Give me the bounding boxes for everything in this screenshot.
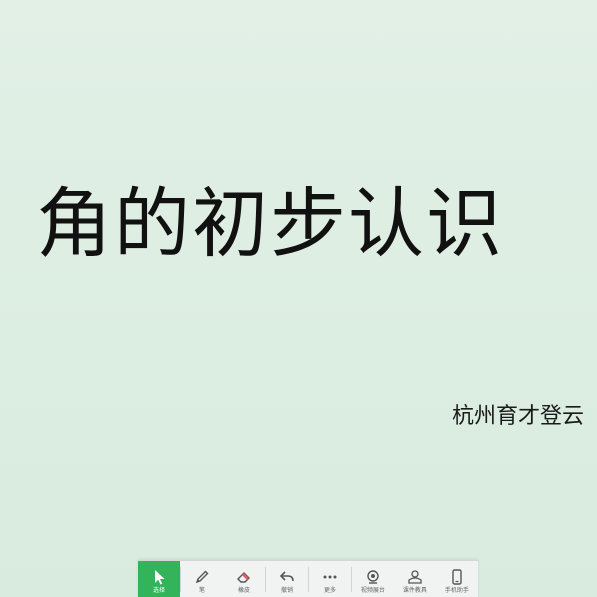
courseware-tools-button[interactable]: 课件教具 — [394, 561, 436, 597]
cursor-icon — [155, 570, 165, 585]
eraser-tool-label: 橡皮 — [237, 587, 250, 594]
camera-icon — [367, 570, 379, 584]
more-label: 更多 — [323, 587, 336, 594]
pen-tool-button[interactable]: 笔 — [181, 561, 223, 597]
pen-tool-label: 笔 — [198, 587, 205, 594]
eraser-tool-button[interactable]: 橡皮 — [223, 561, 265, 597]
undo-button[interactable]: 撤销 — [266, 561, 308, 597]
select-tool-button[interactable]: 选择 — [138, 561, 180, 597]
video-booth-label: 视频展台 — [360, 587, 385, 594]
eraser-icon — [236, 572, 250, 583]
more-button[interactable]: 更多 — [309, 561, 351, 597]
undo-icon — [279, 571, 294, 582]
phone-icon — [452, 569, 462, 585]
phone-assistant-button[interactable]: 手机助手 — [436, 561, 478, 597]
select-tool-label: 选择 — [152, 587, 165, 594]
video-booth-button[interactable]: 视频展台 — [352, 561, 394, 597]
presentation-slide: 角的初步认识 杭州育才登云 选择 笔 橡皮 撤销 更多 视频展台 课件教具 手机… — [0, 0, 597, 597]
phone-assistant-label: 手机助手 — [444, 587, 469, 594]
pen-icon — [195, 570, 209, 584]
toolbox-icon — [408, 570, 422, 584]
courseware-tools-label: 课件教具 — [402, 587, 427, 594]
annotation-toolbar: 选择 笔 橡皮 撤销 更多 视频展台 课件教具 手机助手 — [138, 560, 478, 597]
slide-title: 角的初步认识 — [36, 179, 504, 268]
slide-subtitle: 杭州育才登云 — [452, 404, 585, 429]
more-icon — [323, 575, 337, 579]
undo-label: 撤销 — [280, 587, 293, 594]
